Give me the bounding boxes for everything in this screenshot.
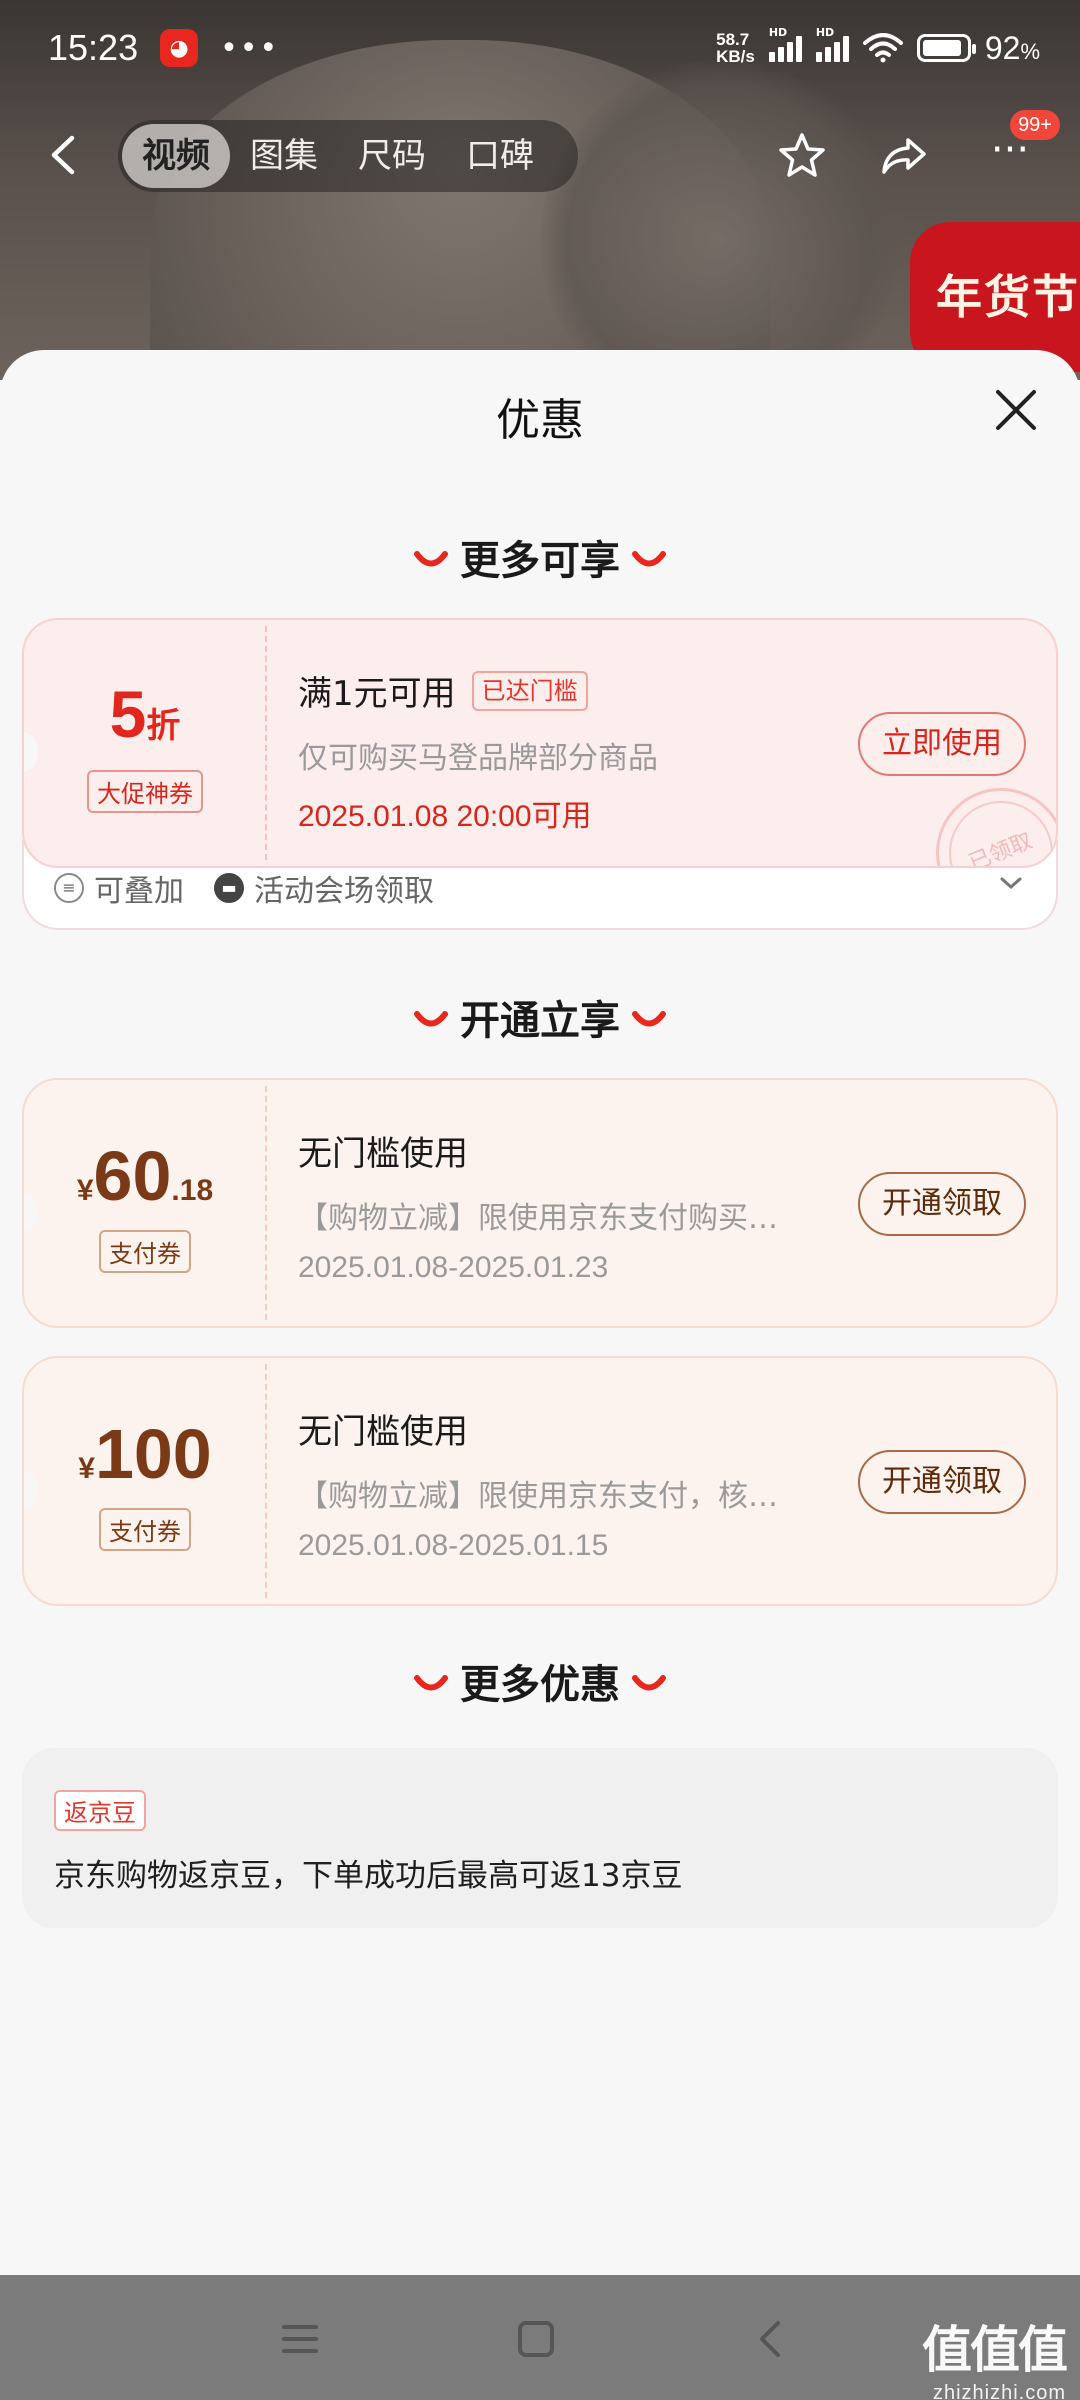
system-nav-bar	[0, 2275, 1080, 2400]
stack-icon: ≡	[54, 873, 84, 903]
jd-bean-rebate-card: 返京豆 京东购物返京豆，下单成功后最高可返13京豆	[22, 1748, 1058, 1928]
claimed-stamp: 已领取	[916, 768, 1056, 866]
coupon-value: ¥100 支付券	[24, 1358, 266, 1604]
coupon-currency: ¥	[76, 1174, 94, 1207]
coupon-amount: ¥60.18	[24, 1136, 266, 1216]
sheet-title: 优惠	[496, 395, 584, 446]
coupon-amount: ¥100	[24, 1414, 266, 1494]
section-heading-more-enjoy: 更多可享	[0, 528, 1080, 586]
venue-label: 活动会场领取	[254, 874, 434, 909]
section-heading-open-enjoy: 开通立享	[0, 988, 1080, 1046]
site-watermark: 值值值 zhizhizhi.com	[922, 2310, 1068, 2400]
coupon-amount-decimal: .18	[171, 1174, 214, 1207]
stackable-label: 可叠加	[94, 874, 184, 909]
share-icon[interactable]	[878, 130, 930, 182]
coupon-currency: ¥	[78, 1452, 95, 1485]
smile-decoration-icon	[414, 551, 448, 567]
coupon-condition-text: 满1元可用	[298, 674, 456, 714]
status-bar: 15:23 ◕ ••• 58.7 KB/s HD HD 92%	[0, 0, 1080, 96]
battery-percentage-unit: %	[1020, 38, 1040, 64]
watermark-domain: zhizhizhi.com	[932, 2382, 1066, 2400]
back-arrow-icon[interactable]	[44, 132, 84, 178]
signal-hd-label-2: HD	[815, 26, 835, 39]
activate-claim-button[interactable]: 开通领取	[858, 1172, 1026, 1236]
coupon-validity: 2025.01.08-2025.01.15	[298, 1529, 609, 1562]
battery-icon	[916, 34, 976, 62]
network-speed-unit: KB/s	[716, 47, 755, 66]
signal-strength-icon: HD	[768, 26, 802, 62]
coupon-condition: 无门槛使用	[298, 1126, 806, 1175]
home-icon[interactable]	[512, 2315, 560, 2363]
battery-fill	[922, 40, 962, 56]
status-time: 15:23	[48, 27, 139, 68]
close-icon[interactable]	[992, 386, 1040, 434]
chevron-down-icon[interactable]	[996, 868, 1026, 898]
smile-decoration-icon	[414, 1011, 448, 1027]
coupon-value: 5折 大促神券	[24, 620, 266, 866]
back-icon[interactable]	[748, 2315, 796, 2363]
media-tabs: 视频 图集 尺码 口碑	[118, 120, 578, 192]
more-notifications-icon: •••	[220, 30, 280, 66]
section-heading-text: 更多可享	[460, 538, 620, 584]
section-heading-text: 开通立享	[460, 998, 620, 1044]
coupon-amount: 5折	[24, 676, 266, 752]
coupon-description: 【购物立减】限使用京东支付购买部分商品	[298, 1201, 806, 1236]
battery-percentage: 92%	[985, 30, 1040, 67]
threshold-met-badge: 已达门槛	[471, 670, 588, 711]
signal-strength-icon-2: HD	[815, 26, 849, 62]
media-top-nav: 视频 图集 尺码 口碑 ··· 99+	[0, 110, 1080, 200]
tab-reviews[interactable]: 口碑	[446, 124, 554, 188]
smile-decoration-icon	[414, 1675, 448, 1691]
coupon-type-tag: 支付券	[99, 1508, 191, 1551]
network-speed-value: 58.7	[716, 30, 750, 49]
section-heading-more-offers: 更多优惠	[0, 1652, 1080, 1710]
coupon-type-tag: 大促神券	[87, 770, 203, 813]
venue-note: ▬ 活动会场领取	[214, 866, 434, 910]
coupon-amount-number: 60	[93, 1137, 172, 1215]
network-speed: 58.7 KB/s	[716, 31, 755, 65]
coupon-amount-number: 5	[109, 677, 147, 751]
offers-sheet: 优惠 更多可享 ≡ 可叠加 ▬ 活动会场领取 5折 大促神券 满1元可用 已达门…	[0, 350, 1080, 2275]
smile-decoration-icon	[632, 551, 666, 567]
coupon-condition: 满1元可用 已达门槛	[298, 666, 806, 715]
ticket-icon: ▬	[214, 873, 244, 903]
coupon-value: ¥60.18 支付券	[24, 1080, 266, 1326]
rebate-tag: 返京豆	[54, 1790, 146, 1831]
app-notification-icon: ◕	[160, 29, 199, 67]
coupon-validity: 2025.01.08-2025.01.23	[298, 1251, 609, 1284]
coupon-condition-text: 无门槛使用	[298, 1412, 468, 1452]
coupon-type-tag: 支付券	[99, 1230, 191, 1273]
tab-video[interactable]: 视频	[122, 124, 230, 188]
signal-hd-label: HD	[768, 26, 788, 39]
coupon-condition-text: 无门槛使用	[298, 1134, 468, 1174]
use-now-button[interactable]: 立即使用	[858, 712, 1026, 776]
rebate-description: 京东购物返京豆，下单成功后最高可返13京豆	[54, 1858, 683, 1894]
favorite-star-icon[interactable]	[776, 130, 828, 182]
battery-percentage-value: 92	[984, 29, 1021, 66]
message-count-badge: 99+	[1010, 110, 1060, 140]
coupon-card-payment-100: ¥100 支付券 无门槛使用 【购物立减】限使用京东支付，核卡后可用 2025.…	[22, 1356, 1058, 1606]
coupon-description: 【购物立减】限使用京东支付，核卡后可用	[298, 1479, 806, 1514]
stackable-note: ≡ 可叠加	[54, 866, 184, 910]
activate-claim-button[interactable]: 开通领取	[858, 1450, 1026, 1514]
coupon-amount-unit: 折	[146, 707, 181, 745]
coupon-amount-number: 100	[94, 1415, 212, 1493]
more-menu-button[interactable]: ··· 99+	[980, 110, 1060, 182]
section-heading-text: 更多优惠	[460, 1662, 620, 1708]
coupon-card-payment-60: ¥60.18 支付券 无门槛使用 【购物立减】限使用京东支付购买部分商品 202…	[22, 1078, 1058, 1328]
smile-decoration-icon	[632, 1011, 666, 1027]
watermark-logo-text: 值值值	[922, 2320, 1068, 2379]
menu-icon[interactable]	[276, 2315, 324, 2363]
coupon-description: 仅可购买马登品牌部分商品	[298, 741, 658, 776]
smile-decoration-icon	[632, 1675, 666, 1691]
coupon-validity: 2025.01.08 20:00可用	[298, 800, 592, 833]
coupon-condition: 无门槛使用	[298, 1404, 806, 1453]
coupon-card-discount: 5折 大促神券 满1元可用 已达门槛 仅可购买马登品牌部分商品 2025.01.…	[22, 618, 1058, 868]
tab-size[interactable]: 尺码	[338, 124, 446, 188]
wifi-icon	[862, 33, 903, 63]
tab-gallery[interactable]: 图集	[230, 124, 338, 188]
